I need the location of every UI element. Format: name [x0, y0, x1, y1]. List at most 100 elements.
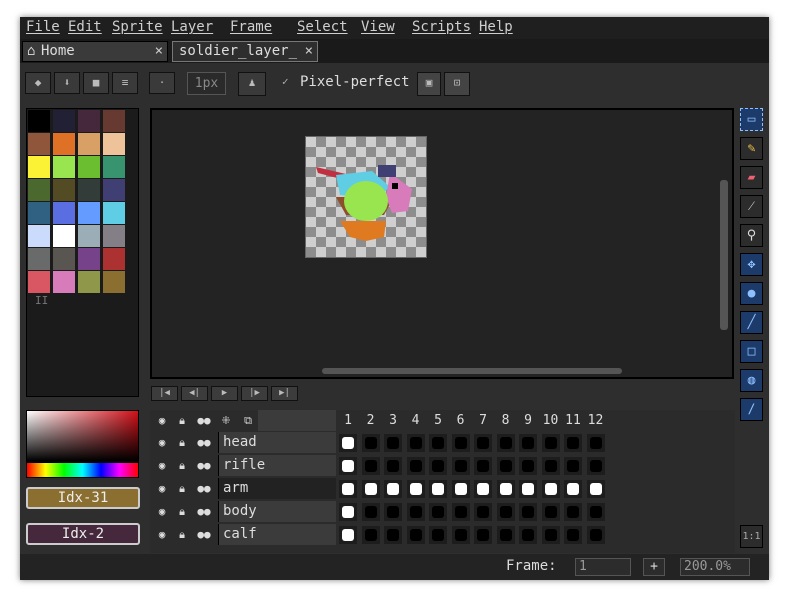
horizontal-scrollbar[interactable]: [322, 368, 622, 374]
timeline-cel[interactable]: [384, 457, 402, 475]
palette-swatch[interactable]: [103, 202, 125, 224]
timeline-cel[interactable]: [339, 457, 357, 475]
timeline-cel[interactable]: [429, 457, 447, 475]
palette-swatch[interactable]: [53, 202, 75, 224]
menu-view[interactable]: View: [361, 19, 395, 35]
palette-swatch[interactable]: [28, 110, 50, 132]
layer-name[interactable]: arm: [218, 478, 336, 499]
timeline-cel[interactable]: [496, 480, 515, 498]
palette-swatch[interactable]: [53, 156, 75, 178]
palette-swatch[interactable]: [28, 202, 50, 224]
timeline-cel[interactable]: [339, 480, 357, 498]
timeline-cel[interactable]: [429, 434, 447, 452]
layer-mode-icon[interactable]: ⧉: [238, 412, 258, 430]
timeline-cel[interactable]: [586, 480, 605, 498]
frame-number[interactable]: 2: [362, 412, 380, 430]
frame-field[interactable]: 1: [575, 558, 631, 576]
layer-name[interactable]: rifle: [218, 455, 336, 476]
timeline-cel[interactable]: [564, 480, 582, 498]
frame-number[interactable]: 10: [542, 412, 560, 430]
tab-home[interactable]: ⌂ Home ×: [22, 41, 168, 62]
eye-icon[interactable]: ◉: [152, 480, 172, 498]
saturation-value-field[interactable]: [27, 411, 138, 461]
timeline-cel[interactable]: [406, 503, 425, 521]
layer-name[interactable]: body: [218, 501, 336, 522]
timeline-cel[interactable]: [361, 480, 380, 498]
timeline-cel[interactable]: [451, 434, 470, 452]
timeline-cel[interactable]: [429, 503, 447, 521]
rectangular-marquee-icon[interactable]: ▭: [740, 108, 763, 131]
frame-number[interactable]: 1: [339, 412, 357, 430]
pixel-perfect-checkbox[interactable]: ✓: [282, 76, 294, 88]
lock-icon[interactable]: 🔒︎: [172, 457, 192, 475]
palette-swatch[interactable]: [28, 179, 50, 201]
frame-number[interactable]: 3: [384, 412, 402, 430]
timeline-cel[interactable]: [541, 480, 560, 498]
timeline-cel[interactable]: [384, 526, 402, 544]
last-frame-button[interactable]: ▶|: [271, 386, 298, 401]
eyedropper-icon[interactable]: ⁄: [740, 195, 763, 218]
timeline-cel[interactable]: [564, 434, 582, 452]
palette-swatch[interactable]: [53, 179, 75, 201]
menu-edit[interactable]: Edit: [68, 19, 102, 35]
lock-icon[interactable]: 🔒︎: [172, 412, 192, 430]
brush-dot-icon[interactable]: ·: [149, 72, 175, 94]
canvas-area[interactable]: [150, 108, 734, 379]
rectangle-icon[interactable]: □: [740, 340, 763, 363]
timeline-cel[interactable]: [339, 434, 357, 452]
timeline-cel[interactable]: [519, 434, 537, 452]
play-button[interactable]: ▶: [211, 386, 238, 401]
pencil-icon[interactable]: ✎: [740, 137, 763, 160]
foreground-color-button[interactable]: Idx-31: [26, 487, 140, 509]
tab-soldier-layer[interactable]: soldier_layer_ ×: [172, 41, 318, 62]
timeline-cel[interactable]: [474, 457, 492, 475]
close-icon[interactable]: ×: [155, 43, 163, 59]
eye-icon[interactable]: ◉: [152, 457, 172, 475]
palette-swatch[interactable]: [28, 248, 50, 270]
palette-swatch[interactable]: [53, 225, 75, 247]
color-picker[interactable]: [26, 410, 139, 478]
line-icon[interactable]: ╱: [740, 311, 763, 334]
timeline-cel[interactable]: [586, 503, 605, 521]
timeline-cel[interactable]: [384, 434, 402, 452]
eraser-icon[interactable]: ▰: [740, 166, 763, 189]
menu-file[interactable]: File: [26, 19, 60, 35]
frame-number[interactable]: 8: [497, 412, 515, 430]
timeline-cel[interactable]: [519, 480, 537, 498]
timeline-cel[interactable]: [361, 457, 380, 475]
palette-swatch[interactable]: [78, 110, 100, 132]
palette-swatch[interactable]: [103, 225, 125, 247]
dynamics-icon[interactable]: ⊡: [444, 72, 470, 96]
move-icon[interactable]: ✥: [740, 253, 763, 276]
palette-swatch[interactable]: [103, 110, 125, 132]
continuous-icon[interactable]: ●●: [194, 480, 214, 498]
brush-round-icon[interactable]: ◆: [25, 72, 51, 94]
lock-icon[interactable]: 🔒︎: [172, 434, 192, 452]
brush-size-field[interactable]: 1px: [187, 72, 226, 95]
palette-swatch[interactable]: [103, 248, 125, 270]
palette-swatch[interactable]: [28, 156, 50, 178]
onion-skin-icon[interactable]: ⁜: [216, 412, 236, 430]
eye-icon[interactable]: ◉: [152, 526, 172, 544]
timeline-cel[interactable]: [496, 457, 515, 475]
timeline-cel[interactable]: [541, 503, 560, 521]
timeline-cel[interactable]: [451, 457, 470, 475]
timeline-cel[interactable]: [451, 480, 470, 498]
timeline-cel[interactable]: [541, 457, 560, 475]
brush-square-icon[interactable]: ■: [83, 72, 109, 94]
timeline-cel[interactable]: [519, 457, 537, 475]
previous-frame-button[interactable]: ◀|: [181, 386, 208, 401]
timeline-cel[interactable]: [451, 503, 470, 521]
timeline-cel[interactable]: [361, 434, 380, 452]
continuous-icon[interactable]: ●●: [194, 434, 214, 452]
lock-icon[interactable]: 🔒︎: [172, 526, 192, 544]
palette-swatch[interactable]: [78, 179, 100, 201]
timeline-cel[interactable]: [406, 457, 425, 475]
palette-swatch[interactable]: [28, 271, 50, 293]
background-color-button[interactable]: Idx-2: [26, 523, 140, 545]
timeline-cel[interactable]: [339, 526, 357, 544]
timeline-cel[interactable]: [541, 434, 560, 452]
timeline-cel[interactable]: [564, 457, 582, 475]
frame-number[interactable]: 9: [519, 412, 537, 430]
layer-row[interactable]: ◉ 🔒︎ ●● calf: [150, 524, 735, 546]
